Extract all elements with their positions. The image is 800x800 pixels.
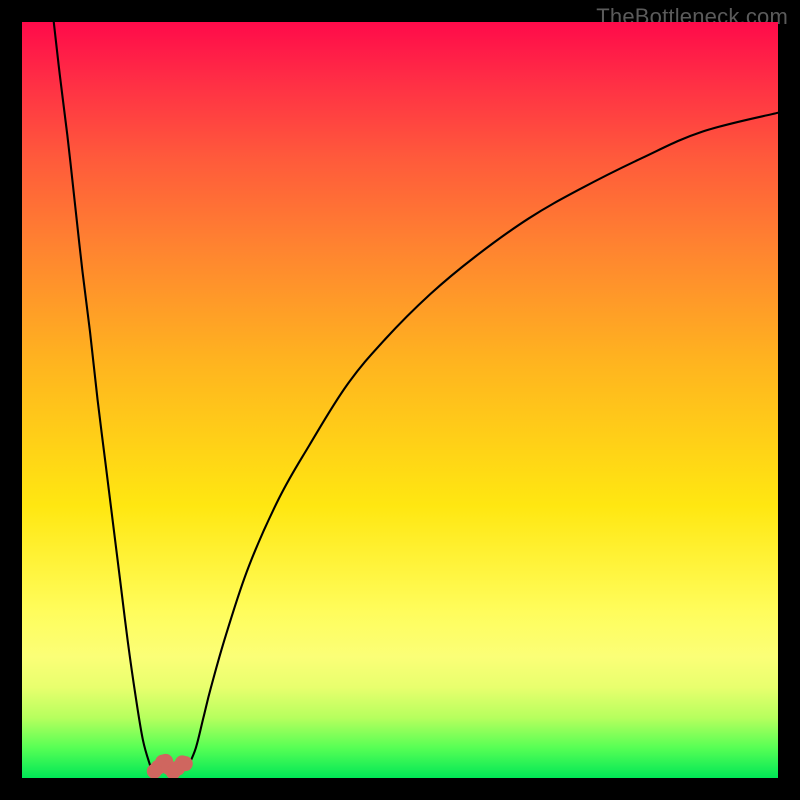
curve-right-branch [188, 113, 778, 766]
curve-left-branch [54, 22, 151, 767]
chart-svg [22, 22, 778, 778]
dip-marker-group [147, 754, 193, 778]
plot-area [22, 22, 778, 778]
dip-marker [178, 756, 193, 771]
